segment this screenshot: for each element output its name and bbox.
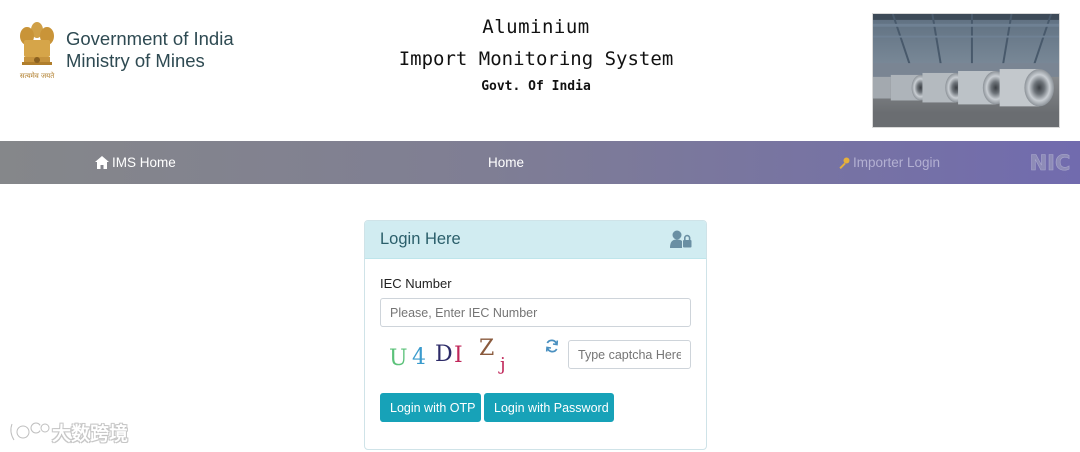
title-line-3: Govt. Of India [481, 79, 591, 94]
captcha-char: Z [479, 336, 495, 361]
gov-line-1: Government of India [66, 28, 234, 49]
nav-ims-home-label: IMS Home [112, 155, 176, 170]
iec-label: IEC Number [380, 276, 452, 291]
captcha-char: j [500, 354, 506, 375]
gov-line-2: Ministry of Mines [66, 50, 205, 71]
nic-logo-text: NIC [1030, 151, 1071, 175]
nav-importer-login[interactable]: Importer Login [838, 141, 940, 184]
nic-logo: NIC [1029, 151, 1071, 175]
header: सत्यमेव जयते Government of India Ministr… [0, 0, 1080, 141]
login-otp-button[interactable]: Login with OTP [380, 393, 481, 422]
national-emblem-icon: सत्यमेव जयते [20, 22, 55, 80]
home-icon [95, 156, 109, 169]
nav-home[interactable]: Home [488, 141, 524, 184]
login-title: Login Here [380, 230, 461, 248]
title-line-2: Import Monitoring System [398, 48, 674, 70]
captcha-image: U 4 D I Z j [383, 334, 533, 380]
emblem-motto: सत्यमेव जयते [20, 71, 55, 80]
refresh-icon[interactable] [545, 339, 559, 353]
nav-ims-home[interactable]: IMS Home [95, 141, 176, 184]
key-icon [839, 157, 850, 170]
title-line-1: Aluminium [482, 16, 590, 38]
captcha-char: I [454, 343, 463, 368]
page-title: Aluminium Import Monitoring System Govt.… [380, 14, 692, 96]
watermark-text: 大数跨境 [52, 422, 129, 445]
captcha-char: U [389, 346, 408, 371]
watermark-logo-icon [9, 421, 50, 441]
watermark: 大数跨境 [8, 418, 128, 446]
login-card: Login Here IEC Number U 4 D I Z j Login … [364, 220, 707, 450]
user-lock-icon [670, 230, 692, 248]
navbar: IMS Home Home Importer Login [0, 141, 1080, 184]
ministry-name: Government of India Ministry of Mines [66, 28, 234, 72]
aluminium-coils-photo [872, 13, 1060, 128]
login-card-header: Login Here [365, 221, 706, 259]
captcha-input[interactable] [568, 340, 691, 369]
iec-number-input[interactable] [380, 298, 691, 327]
nav-home-label: Home [488, 155, 525, 170]
login-password-button[interactable]: Login with Password [484, 393, 614, 422]
captcha-char: D [435, 342, 453, 367]
captcha-char: 4 [412, 345, 426, 370]
nav-importer-login-label: Importer Login [853, 155, 941, 170]
